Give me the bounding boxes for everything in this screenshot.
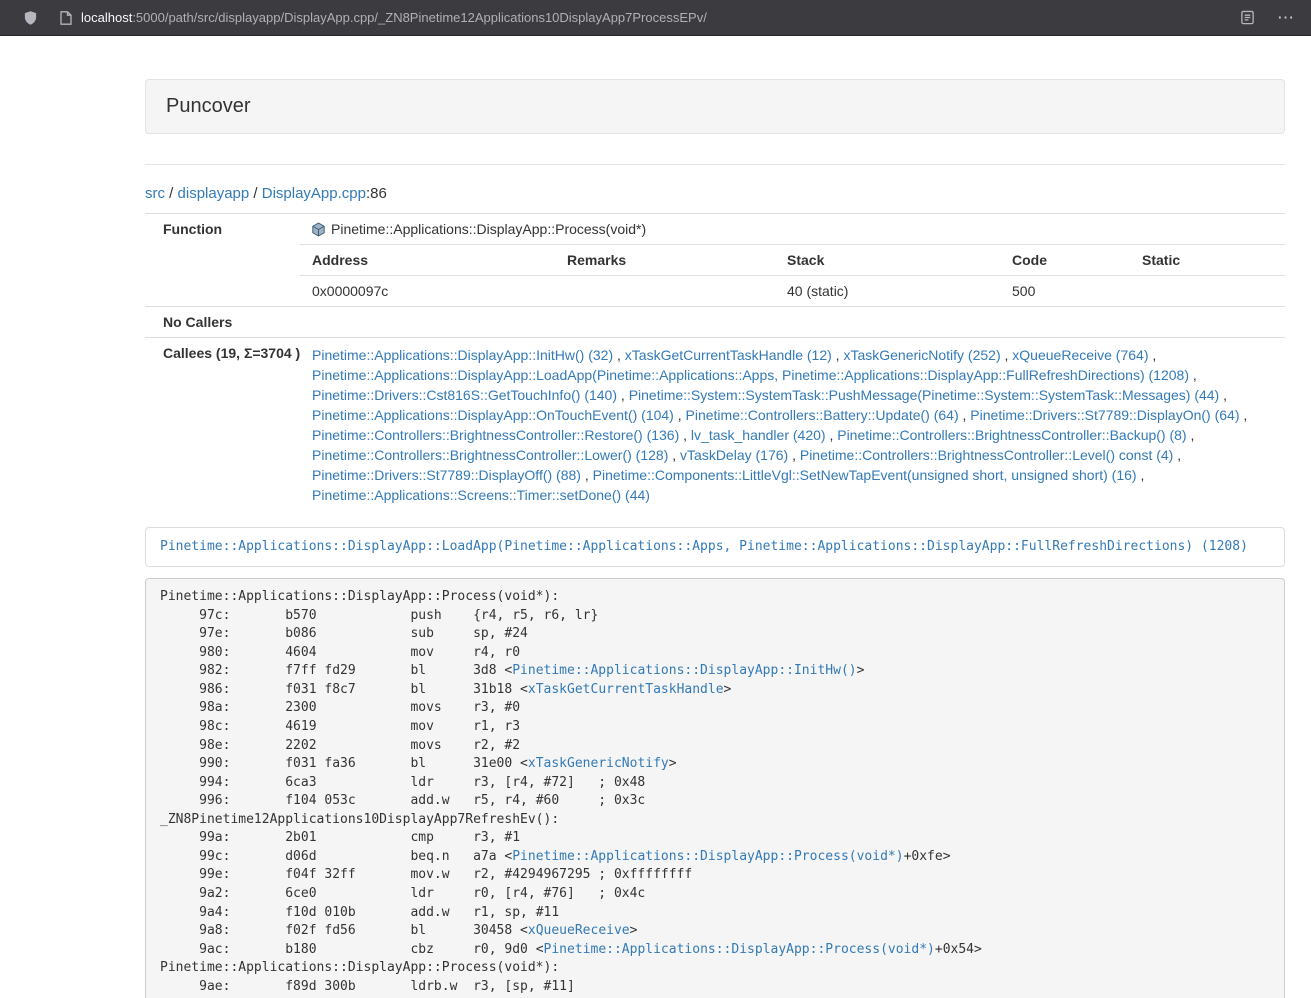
asm-symbol-link[interactable]: xTaskGetCurrentTaskHandle: [528, 682, 724, 697]
function-name: Pinetime::Applications::DisplayApp::Proc…: [331, 219, 646, 239]
cube-icon: [312, 222, 325, 237]
callees-label: Callees (19, Σ=3704 ): [145, 338, 300, 511]
selected-symbol-panel: Pinetime::Applications::DisplayApp::Load…: [145, 527, 1285, 567]
callee-link[interactable]: Pinetime::Drivers::St7789::DisplayOff() …: [312, 467, 581, 483]
callee-separator: ,: [788, 447, 800, 463]
callees-list: Pinetime::Applications::DisplayApp::Init…: [300, 338, 1285, 511]
breadcrumb-link[interactable]: src: [145, 185, 165, 202]
stats-value-cell: 40 (static): [775, 276, 1000, 306]
toolbar-actions: ⋯: [1240, 9, 1295, 26]
url-text: localhost:5000/path/src/displayapp/Displ…: [81, 10, 707, 25]
breadcrumb-link[interactable]: displayapp: [178, 185, 250, 202]
function-row: Function Pinetime::Applications::Display…: [145, 213, 1285, 244]
callees-row: Callees (19, Σ=3704 ) Pinetime::Applicat…: [145, 337, 1285, 511]
stats-row-group: AddressRemarksStackCodeStatic 0x0000097c…: [145, 244, 1285, 306]
callee-separator: ,: [581, 467, 593, 483]
breadcrumb-link[interactable]: DisplayApp.cpp: [262, 185, 366, 202]
url-bar[interactable]: localhost:5000/path/src/displayapp/Displ…: [60, 10, 1240, 25]
stats-row-spacer: [145, 244, 300, 306]
asm-symbol-link[interactable]: xTaskGenericNotify: [528, 756, 669, 771]
stats-header-cell: Address: [300, 245, 555, 275]
app-title-panel: Puncover: [145, 79, 1285, 134]
stats-value-cell: 0x0000097c: [300, 276, 555, 306]
app-title: Puncover: [166, 95, 251, 117]
disassembly-block: Pinetime::Applications::DisplayApp::Proc…: [145, 578, 1285, 998]
url-host: localhost: [81, 10, 132, 25]
breadcrumb: src / displayapp / DisplayApp.cpp:86: [145, 183, 1285, 204]
callee-separator: ,: [1173, 447, 1181, 463]
asm-symbol-link[interactable]: xQueueReceive: [528, 923, 630, 938]
function-table: Function Pinetime::Applications::Display…: [145, 213, 1285, 511]
stats-value-cell: 500: [1000, 276, 1130, 306]
callee-separator: ,: [1240, 407, 1248, 423]
stats-header-cell: Stack: [775, 245, 1000, 275]
callee-separator: ,: [679, 427, 691, 443]
breadcrumb-separator: /: [165, 185, 178, 202]
callee-link[interactable]: Pinetime::Applications::DisplayApp::Load…: [312, 367, 1189, 383]
meatball-menu-icon[interactable]: ⋯: [1277, 9, 1295, 26]
callee-link[interactable]: Pinetime::Applications::DisplayApp::OnTo…: [312, 407, 674, 423]
callee-link[interactable]: xTaskGenericNotify (252): [843, 347, 1000, 363]
breadcrumb-line-number: :86: [366, 185, 387, 202]
stats-table: AddressRemarksStackCodeStatic 0x0000097c…: [300, 244, 1285, 306]
page-content: Puncover src / displayapp / DisplayApp.c…: [145, 36, 1285, 998]
callee-link[interactable]: Pinetime::Drivers::St7789::DisplayOn() (…: [970, 407, 1239, 423]
callee-link[interactable]: Pinetime::Drivers::Cst816S::GetTouchInfo…: [312, 387, 617, 403]
callee-separator: ,: [1219, 387, 1227, 403]
callee-link[interactable]: xTaskGetCurrentTaskHandle (12): [625, 347, 832, 363]
no-callers-label: No Callers: [145, 307, 300, 337]
no-callers-cell: [300, 307, 1285, 337]
callee-separator: ,: [1137, 467, 1145, 483]
asm-symbol-link[interactable]: Pinetime::Applications::DisplayApp::Proc…: [512, 849, 903, 864]
stats-header-cell: Code: [1000, 245, 1130, 275]
stats-header-cell: Remarks: [555, 245, 775, 275]
divider: [145, 164, 1285, 165]
stats-value-cell: [555, 276, 775, 306]
callee-separator: ,: [959, 407, 971, 423]
asm-symbol-link[interactable]: Pinetime::Applications::DisplayApp::Proc…: [544, 942, 935, 957]
callee-link[interactable]: Pinetime::System::SystemTask::PushMessag…: [629, 387, 1220, 403]
callee-separator: ,: [613, 347, 625, 363]
callee-separator: ,: [617, 387, 629, 403]
asm-symbol-link[interactable]: Pinetime::Applications::DisplayApp::Init…: [512, 663, 856, 678]
page-icon: [60, 11, 72, 25]
function-row-label: Function: [145, 214, 300, 244]
callee-separator: ,: [1189, 367, 1197, 383]
callee-separator: ,: [826, 427, 838, 443]
callee-link[interactable]: xQueueReceive (764): [1012, 347, 1148, 363]
breadcrumb-separator: /: [249, 185, 262, 202]
callee-separator: ,: [674, 407, 686, 423]
no-callers-row: No Callers: [145, 306, 1285, 337]
function-cell: Pinetime::Applications::DisplayApp::Proc…: [300, 214, 1285, 244]
stats-value-cell: [1130, 276, 1285, 306]
shield-icon[interactable]: [23, 10, 38, 26]
callee-link[interactable]: Pinetime::Components::LittleVgl::SetNewT…: [593, 467, 1137, 483]
callee-link[interactable]: lv_task_handler (420): [691, 427, 826, 443]
callee-link[interactable]: vTaskDelay (176): [680, 447, 788, 463]
callee-link[interactable]: Pinetime::Controllers::BrightnessControl…: [312, 447, 668, 463]
stats-header-cell: Static: [1130, 245, 1285, 275]
stats-value-row: 0x0000097c 40 (static)500: [300, 276, 1285, 306]
callee-separator: ,: [1187, 427, 1195, 443]
callee-link[interactable]: Pinetime::Controllers::BrightnessControl…: [837, 427, 1186, 443]
reader-view-icon[interactable]: [1240, 10, 1255, 25]
stats-header-row: AddressRemarksStackCodeStatic: [300, 245, 1285, 276]
callee-link[interactable]: Pinetime::Controllers::BrightnessControl…: [312, 427, 679, 443]
callee-link[interactable]: Pinetime::Applications::Screens::Timer::…: [312, 487, 650, 503]
selected-symbol-link[interactable]: Pinetime::Applications::DisplayApp::Load…: [160, 539, 1248, 554]
callee-separator: ,: [832, 347, 844, 363]
browser-toolbar: localhost:5000/path/src/displayapp/Displ…: [0, 0, 1311, 36]
callee-separator: ,: [1148, 347, 1156, 363]
callee-separator: ,: [1001, 347, 1013, 363]
callee-separator: ,: [668, 447, 680, 463]
callee-link[interactable]: Pinetime::Applications::DisplayApp::Init…: [312, 347, 613, 363]
url-path: :5000/path/src/displayapp/DisplayApp.cpp…: [132, 10, 707, 25]
callee-link[interactable]: Pinetime::Controllers::Battery::Update()…: [686, 407, 959, 423]
callee-link[interactable]: Pinetime::Controllers::BrightnessControl…: [800, 447, 1173, 463]
